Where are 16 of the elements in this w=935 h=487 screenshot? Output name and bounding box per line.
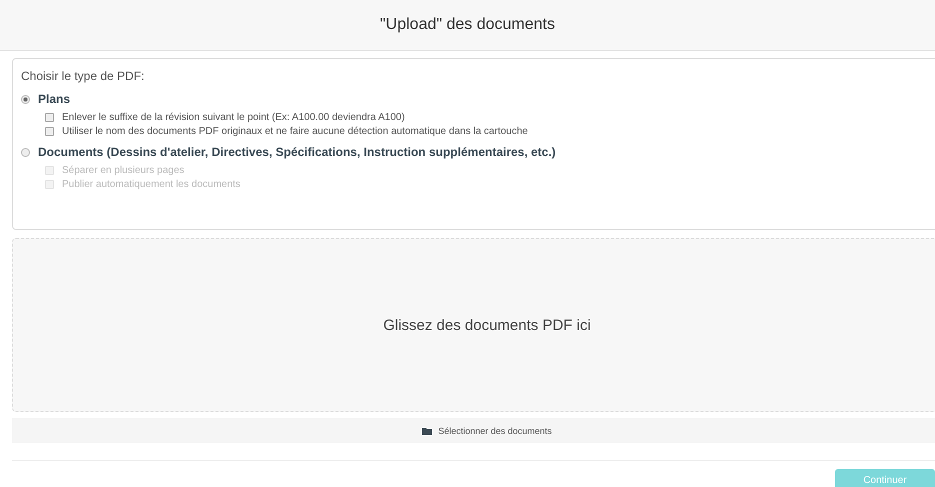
- checkbox-label: Utiliser le nom des documents PDF originaux et ne faire aucune détection automatique dans la cartouche: [62, 126, 528, 137]
- checkbox-label: Séparer en plusieurs pages: [62, 165, 184, 176]
- pdf-type-label: Choisir le type de PDF:: [21, 69, 146, 83]
- radio-button[interactable]: [21, 94, 30, 104]
- page-title: "Upload" des documents: [380, 16, 555, 34]
- checkbox[interactable]: [45, 113, 54, 122]
- radio-button[interactable]: [21, 148, 30, 156]
- radio-label: Plans: [38, 92, 70, 106]
- radio-label: Documents (Dessins d'atelier, Directives, Spécifications, Instruction supplémentaires, etc.): [38, 145, 556, 159]
- checkbox-label: Enlever le suffixe de la révision suivant le point (Ex: A100.00 deviendra A100): [62, 112, 405, 123]
- checkbox-label: Publier automatiquement les documents: [62, 179, 240, 190]
- select-documents-button[interactable]: Sélectionner des documents: [12, 418, 935, 443]
- dropzone[interactable]: Glissez des documents PDF ici: [12, 238, 935, 412]
- dropzone-text: Glissez des documents PDF ici: [383, 316, 591, 334]
- folder-icon: [422, 426, 432, 434]
- checkbox[interactable]: [45, 127, 54, 136]
